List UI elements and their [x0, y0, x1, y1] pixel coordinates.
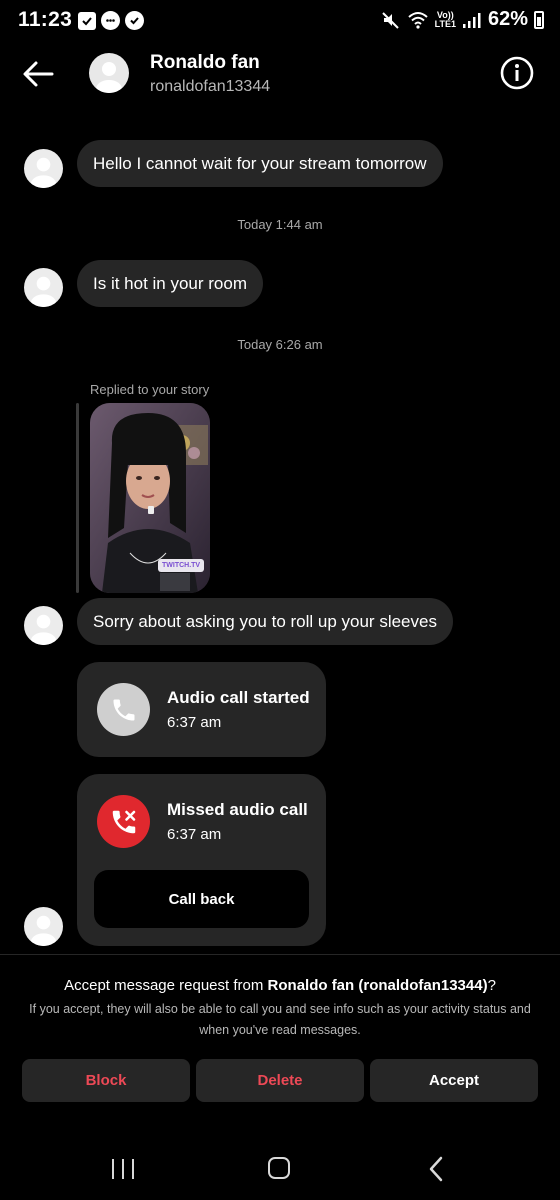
block-button[interactable]: Block — [22, 1059, 190, 1102]
call-back-button[interactable]: Call back — [94, 870, 309, 928]
home-button[interactable] — [268, 1157, 290, 1179]
status-bar: 11:23 Vo)) LTE1 62% — [0, 0, 560, 42]
notification-icons — [78, 11, 144, 30]
info-button[interactable] — [500, 56, 534, 90]
status-right: Vo)) LTE1 62% — [381, 8, 544, 31]
sender-avatar[interactable] — [24, 907, 63, 946]
chat-header: Ronaldo fan ronaldofan13344 — [0, 42, 560, 112]
sender-avatar[interactable] — [24, 149, 63, 188]
info-icon — [500, 56, 534, 90]
sender-avatar[interactable] — [24, 268, 63, 307]
checkbox-notification-icon — [78, 11, 96, 30]
signal-icon — [462, 12, 481, 28]
chat-notification-icon — [101, 11, 120, 30]
message-timestamp: Today 6:26 am — [237, 337, 323, 352]
network-indicator: Vo)) LTE1 — [434, 9, 456, 29]
reply-indicator-line — [76, 403, 79, 593]
call-icon-circle — [97, 683, 150, 736]
phone-icon — [113, 699, 134, 720]
system-back-button[interactable] — [428, 1156, 444, 1182]
call-title: Missed audio call — [167, 800, 308, 819]
accept-button[interactable]: Accept — [370, 1059, 538, 1102]
contact-name[interactable]: Ronaldo fan — [150, 52, 260, 74]
story-thumbnail[interactable]: TWITCH.TV — [90, 403, 210, 593]
message-bubble[interactable]: Hello I cannot wait for your stream tomo… — [77, 140, 443, 187]
request-title: Accept message request from Ronaldo fan … — [64, 977, 496, 994]
story-sticker — [148, 506, 154, 514]
request-sender: Ronaldo fan (ronaldofan13344) — [267, 977, 488, 994]
call-time: 6:37 am — [167, 714, 222, 731]
chevron-left-icon — [429, 1156, 443, 1182]
story-link-tag: TWITCH.TV — [158, 559, 205, 572]
status-time: 11:23 — [18, 8, 73, 31]
sender-avatar[interactable] — [24, 606, 63, 645]
missed-call-card[interactable]: Missed audio call 6:37 am Call back — [77, 774, 326, 946]
call-time: 6:37 am — [167, 826, 222, 843]
mute-icon — [381, 11, 399, 29]
missed-call-icon-circle — [97, 795, 150, 848]
check-circle-notification-icon — [125, 11, 144, 30]
message-timestamp: Today 1:44 am — [237, 217, 323, 232]
audio-call-card[interactable]: Audio call started 6:37 am — [77, 662, 326, 757]
battery-percent: 62% — [487, 8, 528, 30]
battery-icon — [534, 10, 544, 29]
message-bubble[interactable]: Is it hot in your room — [77, 260, 264, 307]
message-bubble[interactable]: Sorry about asking you to roll up your s… — [77, 598, 453, 645]
replied-to-story-label: Replied to your story — [90, 382, 210, 397]
wifi-icon — [407, 11, 428, 29]
back-button[interactable] — [20, 56, 56, 92]
call-title: Audio call started — [167, 688, 310, 707]
system-nav-bar — [0, 1140, 560, 1200]
contact-avatar[interactable] — [89, 53, 129, 93]
request-description: If you accept, they will also be able to… — [29, 1002, 531, 1037]
recents-button[interactable] — [112, 1159, 134, 1179]
missed-call-icon — [112, 810, 135, 833]
contact-username[interactable]: ronaldofan13344 — [150, 78, 270, 96]
panel-divider — [0, 954, 560, 955]
delete-button[interactable]: Delete — [196, 1059, 364, 1102]
back-arrow-icon — [23, 61, 54, 87]
